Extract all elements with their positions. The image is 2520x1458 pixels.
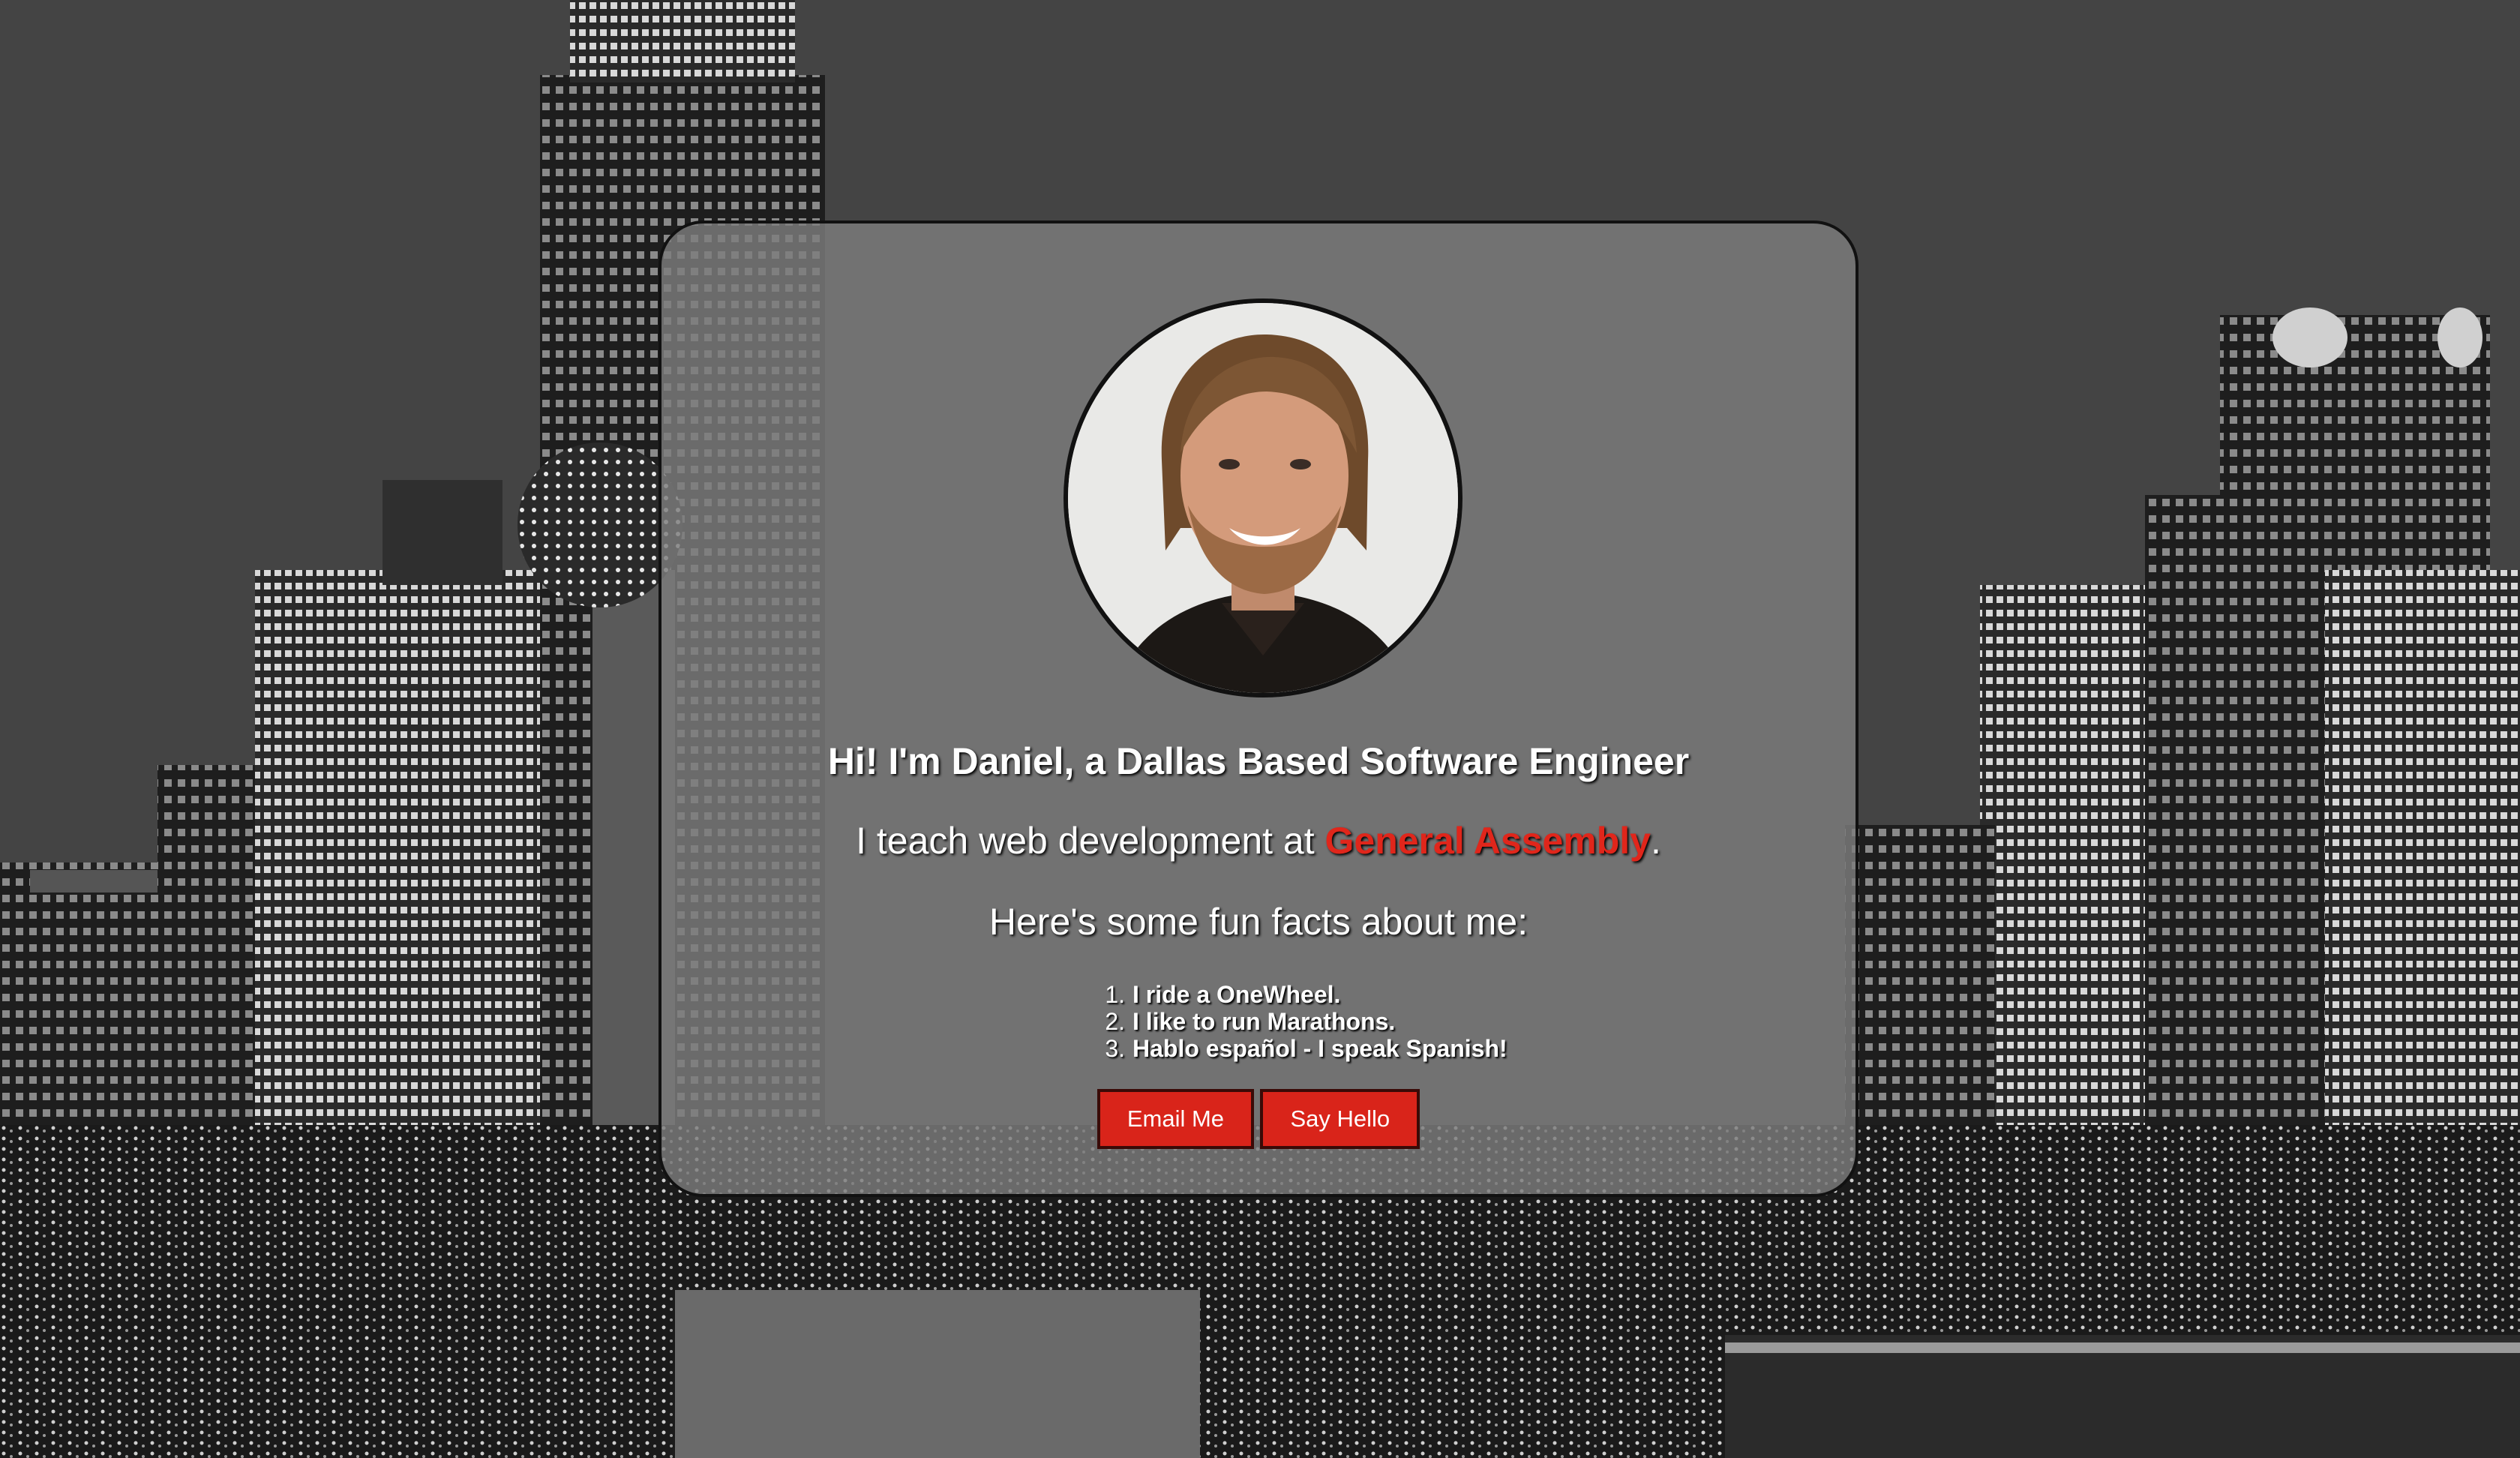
teach-prefix: I teach web development at (856, 820, 1325, 862)
portrait-image (1068, 303, 1458, 693)
teach-suffix: . (1650, 820, 1661, 862)
list-number: 1. (1105, 981, 1125, 1008)
general-assembly-link[interactable]: General Assembly (1325, 820, 1651, 862)
fact-text: Hablo español - I speak Spanish! (1132, 1035, 1508, 1062)
headline: Hi! I'm Daniel, a Dallas Based Software … (827, 740, 1690, 782)
list-item: 3. Hablo español - I speak Spanish! (1096, 1035, 1508, 1062)
fact-text: I like to run Marathons. (1132, 1008, 1396, 1035)
list-number: 2. (1105, 1008, 1125, 1035)
teach-statement: I teach web development at General Assem… (662, 819, 1856, 862)
button-group: Email Me Say Hello (662, 1089, 1856, 1149)
fact-text: I ride a OneWheel. (1132, 981, 1341, 1008)
intro-card: Hi! I'm Daniel, a Dallas Based Software … (658, 220, 1858, 1197)
email-me-button[interactable]: Email Me (1096, 1089, 1255, 1149)
fun-facts-list: 1. I ride a OneWheel. 2. I like to run Mar… (1096, 981, 1508, 1062)
list-item: 1. I ride a OneWheel. (1096, 981, 1508, 1008)
list-item: 2. I like to run Marathons. (1096, 1008, 1508, 1035)
profile-photo (1064, 298, 1462, 698)
say-hello-button[interactable]: Say Hello (1260, 1089, 1420, 1149)
fun-facts-heading: Here's some fun facts about me: (988, 901, 1528, 943)
list-number: 3. (1105, 1035, 1125, 1062)
page: Hi! I'm Daniel, a Dallas Based Software … (0, 0, 2520, 1458)
